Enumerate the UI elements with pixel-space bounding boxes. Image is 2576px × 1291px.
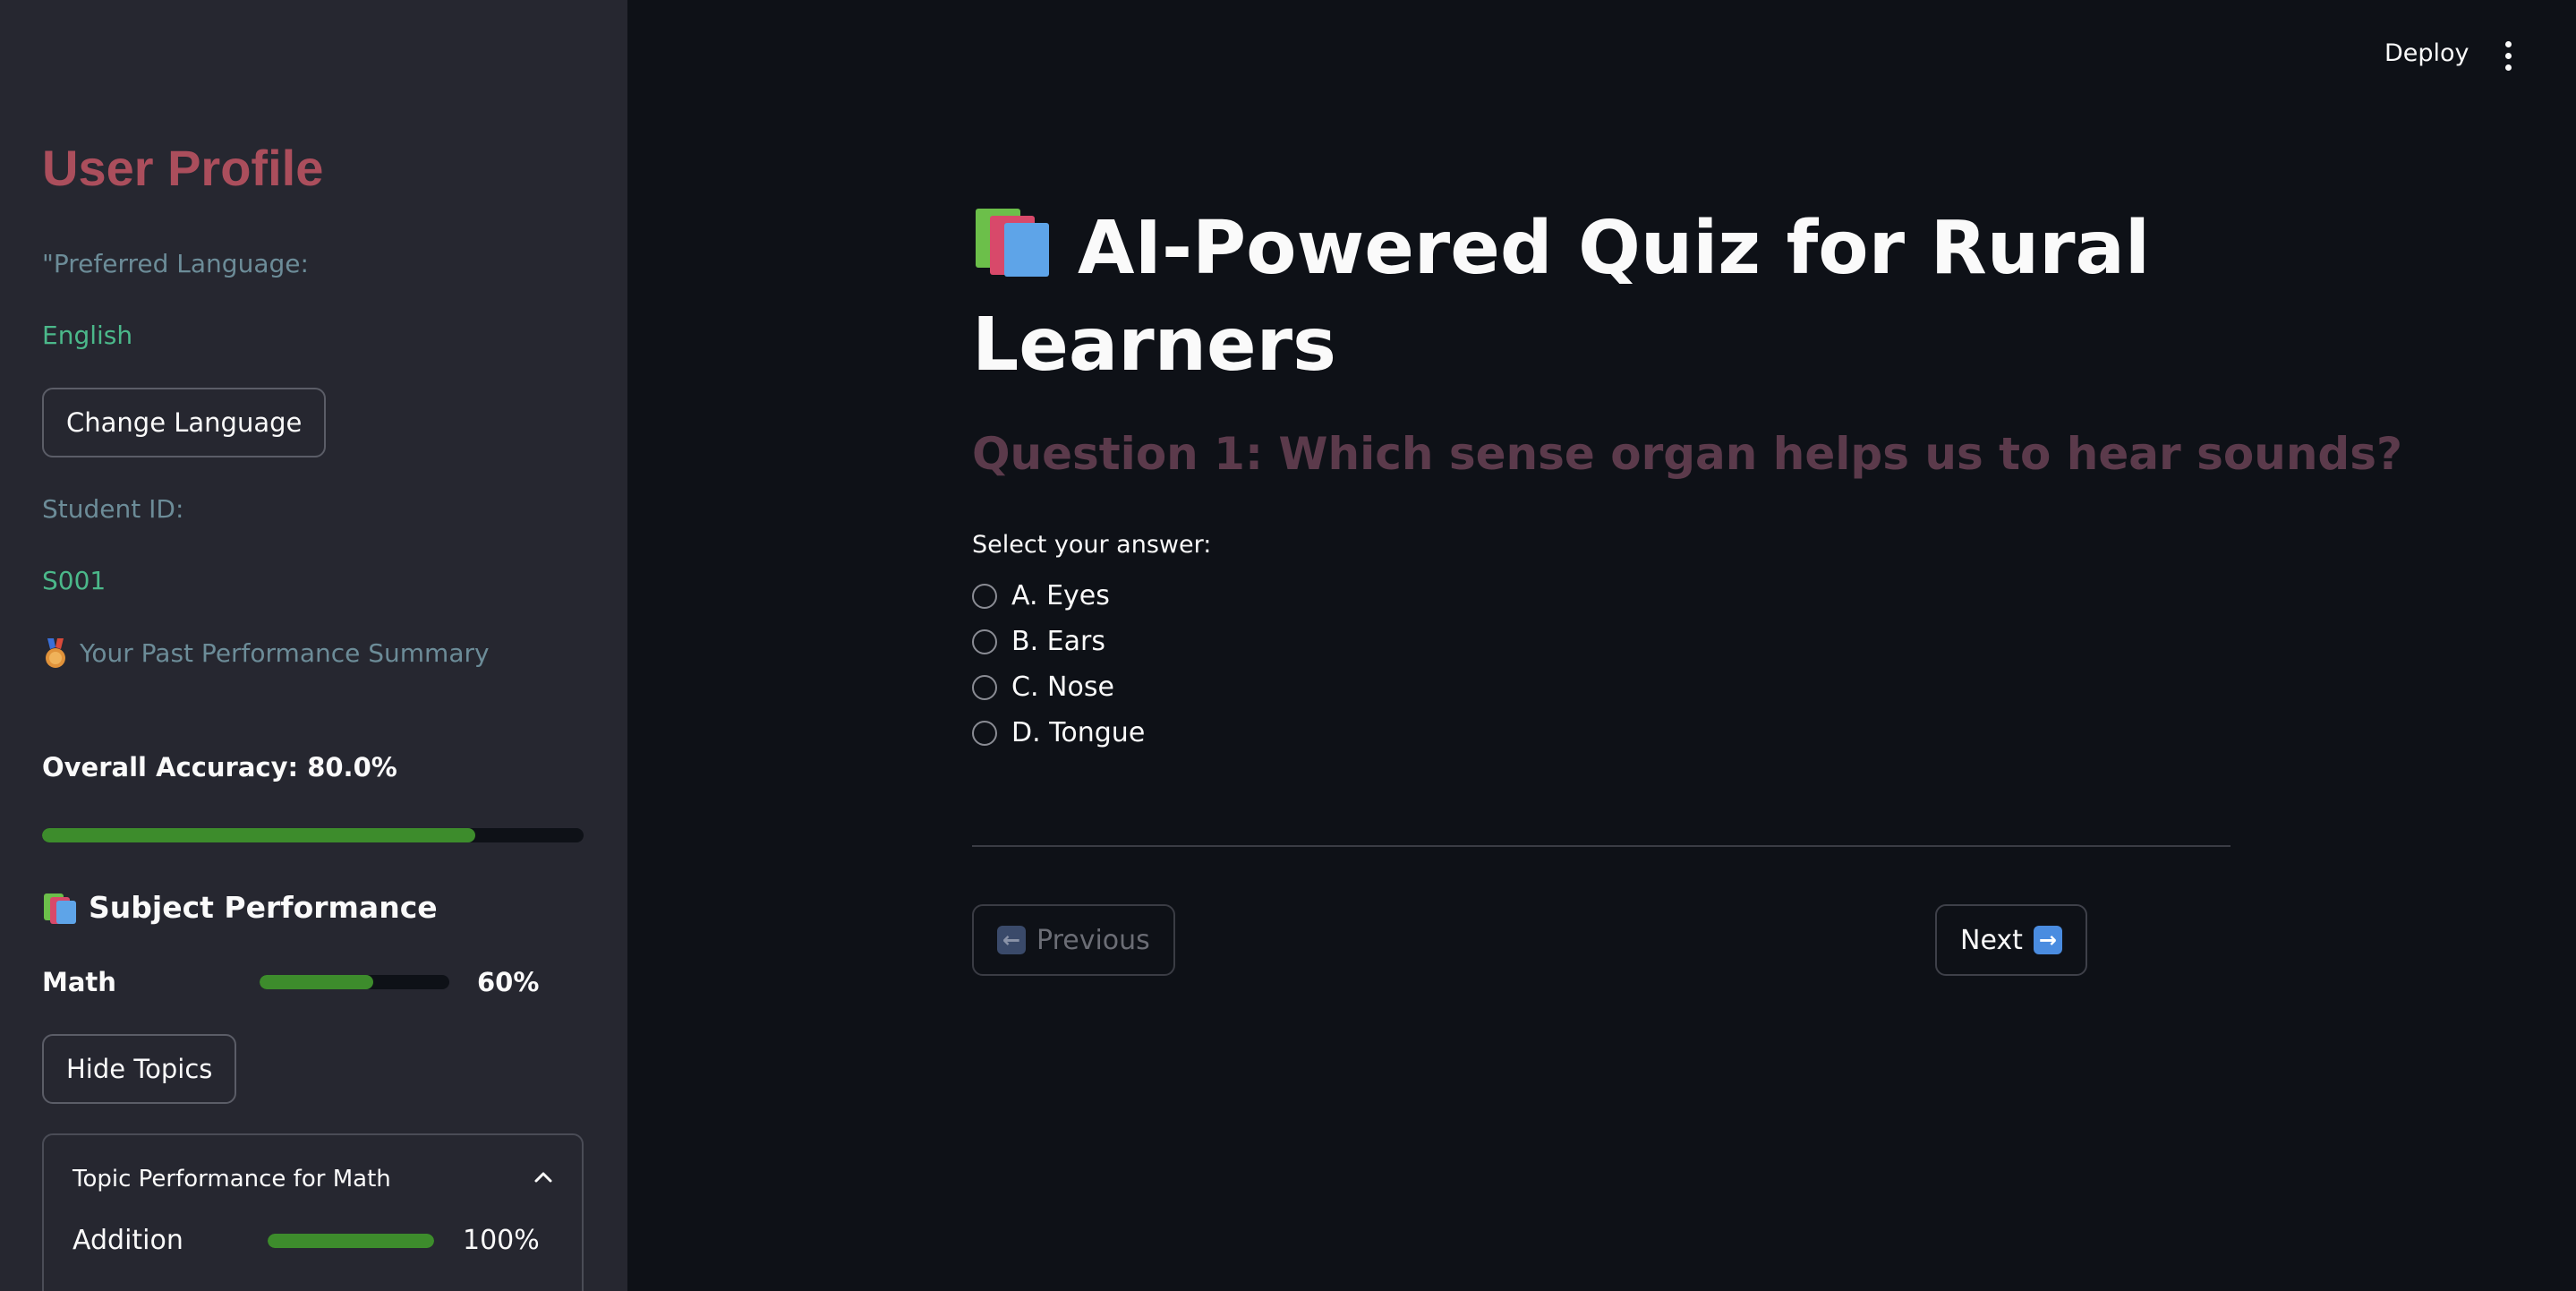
subject-name-math: Math bbox=[42, 967, 116, 997]
books-icon bbox=[972, 207, 1058, 278]
overall-accuracy-progress-fill bbox=[42, 828, 475, 842]
select-answer-label: Select your answer: bbox=[972, 531, 1212, 559]
past-performance-label: Your Past Performance Summary bbox=[80, 638, 490, 669]
student-id-label: Student ID: bbox=[42, 494, 184, 524]
change-language-button[interactable]: Change Language bbox=[42, 388, 327, 457]
page-title-text: AI-Powered Quiz for Rural Learners bbox=[972, 206, 2150, 388]
sidebar: User Profile "Preferred Language: Englis… bbox=[0, 0, 627, 1291]
topic-addition-progress-fill bbox=[268, 1234, 434, 1248]
overall-accuracy-progress bbox=[42, 828, 584, 842]
next-button-label: Next bbox=[1960, 924, 2023, 956]
right-arrow-icon: → bbox=[2033, 926, 2062, 954]
radio-button[interactable] bbox=[972, 674, 997, 700]
left-arrow-icon: ← bbox=[997, 926, 1026, 954]
subject-performance-text: Subject Performance bbox=[89, 890, 438, 925]
answer-option-label[interactable]: B. Ears bbox=[1011, 626, 1105, 657]
more-options-icon[interactable] bbox=[2503, 41, 2513, 72]
subject-performance-heading: Subject Performance bbox=[42, 890, 438, 925]
past-performance-summary: Your Past Performance Summary bbox=[42, 638, 490, 669]
user-profile-title: User Profile bbox=[42, 140, 324, 196]
subject-math-progress bbox=[260, 975, 449, 989]
answer-option[interactable]: B. Ears bbox=[972, 626, 1105, 657]
topic-addition-progress bbox=[268, 1234, 434, 1248]
divider bbox=[972, 845, 2231, 847]
topic-performance-expander: Topic Performance for Math Addition 100% bbox=[42, 1133, 584, 1291]
app-root: User Profile "Preferred Language: Englis… bbox=[0, 0, 2576, 1291]
chevron-up-icon[interactable] bbox=[532, 1166, 555, 1189]
answer-option-label[interactable]: A. Eyes bbox=[1011, 580, 1110, 611]
subject-math-percent: 60% bbox=[477, 967, 540, 997]
topic-addition-percent: 100% bbox=[463, 1225, 540, 1256]
previous-button-label: Previous bbox=[1036, 924, 1150, 956]
subject-math-progress-fill bbox=[260, 975, 374, 989]
answer-option-label[interactable]: D. Tongue bbox=[1011, 717, 1145, 748]
topic-name-addition: Addition bbox=[73, 1225, 183, 1256]
answer-option[interactable]: D. Tongue bbox=[972, 717, 1145, 748]
overall-accuracy-label: Overall Accuracy: 80.0% bbox=[42, 752, 397, 782]
previous-button[interactable]: ← Previous bbox=[972, 904, 1175, 976]
preferred-language-value: English bbox=[42, 321, 133, 350]
student-id-value: S001 bbox=[42, 566, 107, 595]
answer-option[interactable]: C. Nose bbox=[972, 671, 1114, 703]
answer-option[interactable]: A. Eyes bbox=[972, 580, 1110, 611]
topic-expander-title[interactable]: Topic Performance for Math bbox=[73, 1166, 391, 1193]
radio-button[interactable] bbox=[972, 720, 997, 746]
page-title: AI-Powered Quiz for Rural Learners bbox=[972, 201, 2225, 394]
question-text: Question 1: Which sense organ helps us t… bbox=[972, 428, 2402, 480]
preferred-language-label: "Preferred Language: bbox=[42, 249, 309, 278]
radio-button[interactable] bbox=[972, 583, 997, 609]
hide-topics-button[interactable]: Hide Topics bbox=[42, 1034, 237, 1104]
answer-option-label[interactable]: C. Nose bbox=[1011, 671, 1114, 703]
next-button[interactable]: Next → bbox=[1935, 904, 2087, 976]
medal-icon bbox=[46, 638, 65, 668]
radio-button[interactable] bbox=[972, 628, 997, 654]
deploy-button[interactable]: Deploy bbox=[2384, 39, 2469, 67]
books-icon bbox=[42, 892, 78, 924]
